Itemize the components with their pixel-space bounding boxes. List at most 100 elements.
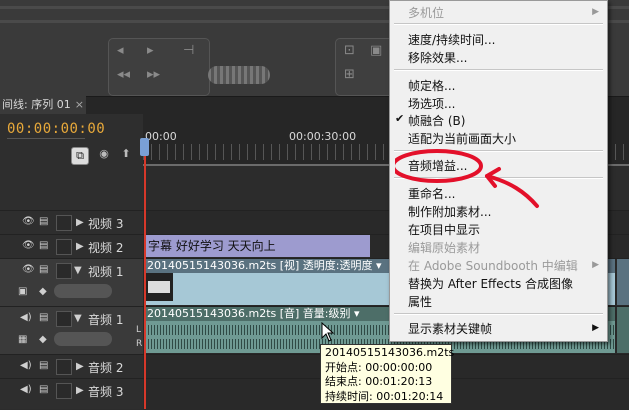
extract-icon[interactable]: ⊞	[344, 67, 355, 82]
timecode-display[interactable]: 00:00:00:00	[7, 121, 105, 137]
mouse-cursor-icon	[321, 322, 335, 342]
chevron-right-icon[interactable]: ▶	[76, 385, 84, 396]
chevron-down-icon[interactable]: ▼	[74, 265, 82, 276]
lock-toggle[interactable]	[56, 311, 72, 327]
film-icon[interactable]: ▤	[39, 384, 48, 395]
waveform-icon[interactable]: ▦	[18, 334, 27, 345]
track-name: 音频 2	[88, 361, 124, 375]
menu-item-remove-effects[interactable]: 移除效果...	[408, 49, 467, 66]
step-back-icon[interactable]: ◂	[117, 43, 124, 58]
tab-title: 间线: 序列 01	[2, 98, 71, 111]
menu-item-field-options[interactable]: 场选项...	[408, 95, 455, 112]
audio-clip-next[interactable]	[617, 307, 629, 353]
display-style-icon[interactable]: ▣	[18, 286, 27, 297]
snap-icon[interactable]: ⧉	[71, 147, 89, 165]
menu-item-edit-original[interactable]: 编辑原始素材	[408, 239, 480, 256]
keyframe-nav[interactable]	[54, 332, 112, 346]
track-header-audio-3[interactable]: ◀) ▤ ▶ 音频 3	[0, 378, 143, 403]
ruler-label: 00:00	[145, 130, 177, 143]
speaker-icon[interactable]: ◀)	[20, 360, 32, 371]
menu-item-properties[interactable]: 属性	[408, 293, 432, 310]
speaker-icon[interactable]: ◀)	[20, 312, 32, 323]
video-clip-next[interactable]	[617, 259, 629, 305]
set-in-icon[interactable]: ⊣	[183, 43, 194, 58]
playhead-line	[144, 140, 146, 409]
tooltip-filename: 20140515143036.m2ts	[325, 346, 455, 359]
menu-item-replace-with-ae[interactable]: 替换为 After Effects 合成图像	[408, 275, 573, 292]
film-icon[interactable]: ▤	[39, 360, 48, 371]
channel-label-left: L	[136, 325, 142, 335]
eye-icon[interactable]: 👁	[22, 216, 35, 227]
menu-separator	[394, 313, 603, 315]
menu-item-speed-duration[interactable]: 速度/持续时间...	[408, 31, 496, 48]
ruler-label: 00:00:30:00	[289, 130, 357, 143]
menu-item-multicam[interactable]: 多机位	[408, 4, 444, 21]
film-icon[interactable]: ▤	[39, 264, 48, 275]
film-icon[interactable]: ▤	[39, 312, 48, 323]
track-header-video-3[interactable]: 👁 ▤ ▶ 视频 3	[0, 210, 143, 235]
playhead[interactable]	[140, 138, 149, 156]
tooltip-in-point: 开始点: 00:00:00:00	[325, 360, 433, 374]
tab-sequence-01[interactable]: 间线: 序列 01 ×	[0, 96, 86, 114]
menu-item-frame-blend[interactable]: 帧融合 (B)	[408, 112, 465, 129]
edit-controls[interactable]: ⊡ ⊞ ▣	[335, 38, 397, 96]
lock-toggle[interactable]	[56, 359, 72, 375]
lock-toggle[interactable]	[56, 383, 72, 399]
menu-item-show-clip-keyframes[interactable]: 显示素材关键帧	[408, 320, 492, 337]
chevron-right-icon[interactable]: ▶	[76, 217, 84, 228]
export-frame-icon[interactable]: ▣	[370, 43, 382, 58]
lock-toggle[interactable]	[56, 263, 72, 279]
annotation-overlay	[395, 149, 539, 208]
tooltip-duration: 持续时间: 00:01:20:14	[325, 389, 444, 403]
marker-icon[interactable]: ◉	[96, 146, 112, 162]
clip-tooltip: 20140515143036.m2ts 开始点: 00:00:00:00 结束点…	[320, 344, 455, 404]
track-name: 音频 1	[88, 313, 124, 327]
track-header-video-1[interactable]: 👁 ▤ ▼ 视频 1 ▣ ◆	[0, 258, 143, 307]
highlight-circle	[395, 149, 483, 183]
menu-item-reveal-in-project[interactable]: 在项目中显示	[408, 221, 480, 238]
step-forward-icon[interactable]: ▸	[147, 43, 154, 58]
chevron-down-icon[interactable]: ▼	[74, 313, 82, 324]
track-name: 音频 3	[88, 385, 124, 399]
film-icon[interactable]: ▤	[39, 240, 48, 251]
track-name: 视频 2	[88, 241, 124, 255]
eye-icon[interactable]: 👁	[22, 240, 35, 251]
eye-icon[interactable]: 👁	[22, 264, 35, 275]
submenu-arrow-icon: ▶	[592, 260, 599, 270]
channel-label-right: R	[136, 339, 143, 349]
rewind-icon[interactable]: ◂◂	[117, 67, 130, 82]
tooltip-out-point: 结束点: 00:01:20:13	[325, 375, 433, 388]
submenu-arrow-icon: ▶	[592, 323, 599, 333]
chevron-right-icon[interactable]: ▶	[76, 241, 84, 252]
submenu-arrow-icon: ▶	[592, 7, 599, 17]
forward-icon[interactable]: ▸▸	[147, 67, 160, 82]
menu-item-frame-hold[interactable]: 帧定格...	[408, 77, 455, 94]
chevron-right-icon[interactable]: ▶	[76, 361, 84, 372]
jog-dial[interactable]	[208, 66, 270, 84]
track-name: 视频 3	[88, 217, 124, 231]
keyframe-nav[interactable]	[54, 284, 112, 298]
close-icon[interactable]: ×	[75, 98, 84, 111]
menu-separator	[394, 23, 603, 25]
keyframe-icon[interactable]: ◆	[39, 334, 47, 345]
track-header-audio-2[interactable]: ◀) ▤ ▶ 音频 2	[0, 354, 143, 379]
speaker-icon[interactable]: ◀)	[20, 384, 32, 395]
transport-controls[interactable]: ◂ ▸ ◂◂ ▸▸ ⊣	[108, 38, 210, 96]
check-icon: ✔	[395, 112, 405, 125]
keyframe-icon[interactable]: ⬆	[118, 146, 134, 162]
annotation-arrow	[485, 174, 539, 208]
timecode-underline	[7, 138, 85, 139]
lock-toggle[interactable]	[56, 239, 72, 255]
lift-icon[interactable]: ⊡	[344, 43, 355, 58]
clip-thumbnail	[145, 273, 173, 301]
track-name: 视频 1	[88, 265, 124, 279]
track-header-audio-1[interactable]: ◀) ▤ ▼ 音频 1 ▦ ◆	[0, 306, 143, 355]
keyframe-icon[interactable]: ◆	[39, 286, 47, 297]
lock-toggle[interactable]	[56, 215, 72, 231]
menu-separator	[394, 69, 603, 71]
title-clip[interactable]: 字幕 好好学习 天天向上	[145, 235, 370, 257]
thumbnail-image	[148, 281, 170, 293]
film-icon[interactable]: ▤	[39, 216, 48, 227]
track-header-video-2[interactable]: 👁 ▤ ▶ 视频 2	[0, 234, 143, 259]
menu-item-edit-in-soundbooth[interactable]: 在 Adobe Soundbooth 中编辑	[408, 257, 578, 274]
